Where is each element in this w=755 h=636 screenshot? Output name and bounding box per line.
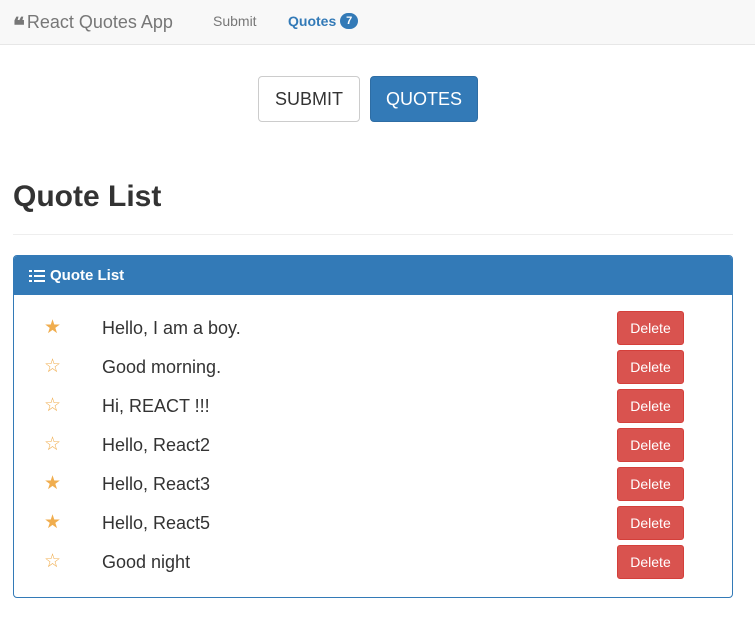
star-filled-icon[interactable]: ★ xyxy=(44,510,61,534)
quote-row: ★ Hello, React5 Delete xyxy=(14,504,732,543)
star-empty-icon[interactable]: ☆ xyxy=(44,354,61,378)
delete-button[interactable]: Delete xyxy=(617,350,684,384)
quote-text: Hi, REACT !!! xyxy=(102,396,210,416)
quote-left-icon: ❝ xyxy=(13,13,25,39)
quote-row: ☆ Good night Delete xyxy=(14,543,732,582)
quote-text: Hello, React5 xyxy=(102,513,211,533)
nav-link-quotes-label: Quotes xyxy=(288,13,337,29)
delete-button[interactable]: Delete xyxy=(617,545,684,579)
quote-row: ☆ Hello, React2 Delete xyxy=(14,426,732,465)
delete-button[interactable]: Delete xyxy=(617,428,684,462)
quote-text: Hello, React2 xyxy=(102,435,211,455)
quote-row: ★ Hello, React3 Delete xyxy=(14,465,732,504)
header-divider xyxy=(13,234,733,235)
delete-button[interactable]: Delete xyxy=(617,467,684,501)
panel-heading: Quote List xyxy=(14,256,732,295)
quote-list-panel: Quote List ★ Hello, I am a boy. Delete ☆ Goo… xyxy=(13,255,733,598)
panel-title: Quote List xyxy=(50,267,125,284)
quote-row: ★ Hello, I am a boy. Delete xyxy=(14,309,732,348)
star-empty-icon[interactable]: ☆ xyxy=(44,549,61,573)
page-title: Quote List xyxy=(13,180,162,213)
quotes-count-badge: 7 xyxy=(340,13,359,29)
star-empty-icon[interactable]: ☆ xyxy=(44,393,61,417)
brand-title: React Quotes App xyxy=(26,11,173,32)
list-icon xyxy=(29,269,45,282)
quote-text: Good morning. xyxy=(102,357,222,377)
quote-row: ☆ Hi, REACT !!! Delete xyxy=(14,387,732,426)
delete-button[interactable]: Delete xyxy=(617,506,684,540)
delete-button[interactable]: Delete xyxy=(617,311,684,345)
star-filled-icon[interactable]: ★ xyxy=(44,471,61,495)
submit-button[interactable]: SUBMIT xyxy=(258,76,360,122)
nav-link-quotes[interactable]: Quotes 7 xyxy=(288,13,359,29)
star-empty-icon[interactable]: ☆ xyxy=(44,432,61,456)
quotes-button[interactable]: QUOTES xyxy=(370,76,478,122)
nav-link-submit[interactable]: Submit xyxy=(213,13,257,29)
quote-text: Hello, React3 xyxy=(102,474,211,494)
navbar: ❝ React Quotes App Submit Quotes 7 xyxy=(0,0,755,45)
quote-row: ☆ Good morning. Delete xyxy=(14,348,732,387)
star-filled-icon[interactable]: ★ xyxy=(44,315,61,339)
delete-button[interactable]: Delete xyxy=(617,389,684,423)
quote-text: Good night xyxy=(102,552,191,572)
brand[interactable]: ❝ React Quotes App xyxy=(13,10,173,39)
quote-text: Hello, I am a boy. xyxy=(102,318,241,338)
